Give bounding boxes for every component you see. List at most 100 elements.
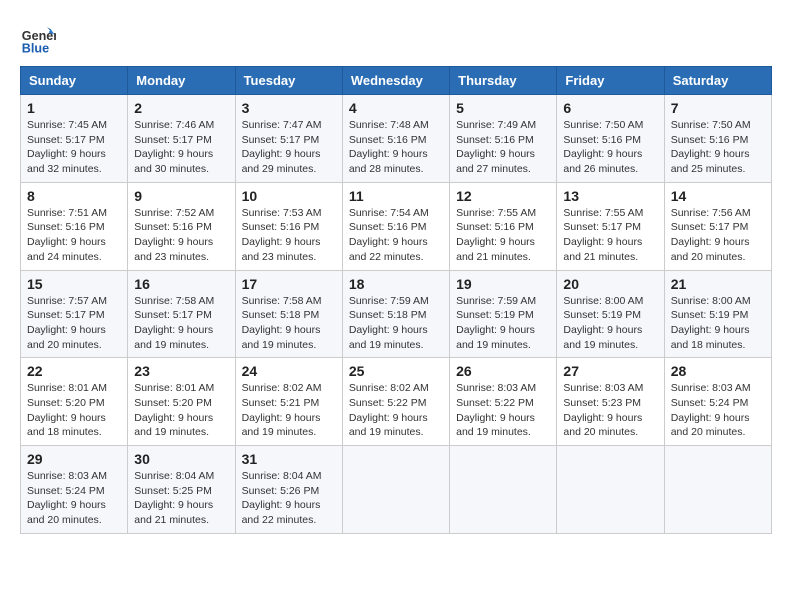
calendar-cell: 4 Sunrise: 7:48 AM Sunset: 5:16 PM Dayli… xyxy=(342,95,449,183)
day-number: 9 xyxy=(134,188,228,204)
day-info: Sunrise: 7:47 AM Sunset: 5:17 PM Dayligh… xyxy=(242,118,336,177)
calendar-cell: 28 Sunrise: 8:03 AM Sunset: 5:24 PM Dayl… xyxy=(664,358,771,446)
day-info: Sunrise: 7:46 AM Sunset: 5:17 PM Dayligh… xyxy=(134,118,228,177)
day-info: Sunrise: 7:56 AM Sunset: 5:17 PM Dayligh… xyxy=(671,206,765,265)
day-info: Sunrise: 7:51 AM Sunset: 5:16 PM Dayligh… xyxy=(27,206,121,265)
calendar-cell: 8 Sunrise: 7:51 AM Sunset: 5:16 PM Dayli… xyxy=(21,182,128,270)
day-number: 22 xyxy=(27,363,121,379)
day-info: Sunrise: 7:59 AM Sunset: 5:18 PM Dayligh… xyxy=(349,294,443,353)
day-info: Sunrise: 8:03 AM Sunset: 5:23 PM Dayligh… xyxy=(563,381,657,440)
calendar-cell: 2 Sunrise: 7:46 AM Sunset: 5:17 PM Dayli… xyxy=(128,95,235,183)
day-number: 13 xyxy=(563,188,657,204)
day-number: 16 xyxy=(134,276,228,292)
day-info: Sunrise: 8:00 AM Sunset: 5:19 PM Dayligh… xyxy=(563,294,657,353)
day-info: Sunrise: 7:49 AM Sunset: 5:16 PM Dayligh… xyxy=(456,118,550,177)
day-number: 3 xyxy=(242,100,336,116)
calendar-cell: 11 Sunrise: 7:54 AM Sunset: 5:16 PM Dayl… xyxy=(342,182,449,270)
calendar-cell: 18 Sunrise: 7:59 AM Sunset: 5:18 PM Dayl… xyxy=(342,270,449,358)
calendar-cell: 21 Sunrise: 8:00 AM Sunset: 5:19 PM Dayl… xyxy=(664,270,771,358)
calendar-cell: 15 Sunrise: 7:57 AM Sunset: 5:17 PM Dayl… xyxy=(21,270,128,358)
day-number: 8 xyxy=(27,188,121,204)
day-info: Sunrise: 8:03 AM Sunset: 5:24 PM Dayligh… xyxy=(671,381,765,440)
day-info: Sunrise: 7:58 AM Sunset: 5:17 PM Dayligh… xyxy=(134,294,228,353)
day-info: Sunrise: 8:04 AM Sunset: 5:25 PM Dayligh… xyxy=(134,469,228,528)
calendar-table: SundayMondayTuesdayWednesdayThursdayFrid… xyxy=(20,66,772,534)
calendar-cell: 1 Sunrise: 7:45 AM Sunset: 5:17 PM Dayli… xyxy=(21,95,128,183)
calendar-cell: 14 Sunrise: 7:56 AM Sunset: 5:17 PM Dayl… xyxy=(664,182,771,270)
day-number: 6 xyxy=(563,100,657,116)
day-number: 2 xyxy=(134,100,228,116)
day-number: 7 xyxy=(671,100,765,116)
calendar-week-4: 22 Sunrise: 8:01 AM Sunset: 5:20 PM Dayl… xyxy=(21,358,772,446)
day-number: 4 xyxy=(349,100,443,116)
calendar-cell: 6 Sunrise: 7:50 AM Sunset: 5:16 PM Dayli… xyxy=(557,95,664,183)
calendar-cell: 7 Sunrise: 7:50 AM Sunset: 5:16 PM Dayli… xyxy=(664,95,771,183)
day-info: Sunrise: 8:02 AM Sunset: 5:21 PM Dayligh… xyxy=(242,381,336,440)
page-header: General Blue xyxy=(20,20,772,56)
calendar-cell: 29 Sunrise: 8:03 AM Sunset: 5:24 PM Dayl… xyxy=(21,446,128,534)
calendar-cell xyxy=(450,446,557,534)
day-info: Sunrise: 8:01 AM Sunset: 5:20 PM Dayligh… xyxy=(134,381,228,440)
day-info: Sunrise: 7:52 AM Sunset: 5:16 PM Dayligh… xyxy=(134,206,228,265)
day-number: 23 xyxy=(134,363,228,379)
day-info: Sunrise: 8:04 AM Sunset: 5:26 PM Dayligh… xyxy=(242,469,336,528)
weekday-header-monday: Monday xyxy=(128,67,235,95)
day-info: Sunrise: 7:50 AM Sunset: 5:16 PM Dayligh… xyxy=(671,118,765,177)
calendar-cell: 20 Sunrise: 8:00 AM Sunset: 5:19 PM Dayl… xyxy=(557,270,664,358)
day-number: 15 xyxy=(27,276,121,292)
calendar-cell: 3 Sunrise: 7:47 AM Sunset: 5:17 PM Dayli… xyxy=(235,95,342,183)
day-info: Sunrise: 7:55 AM Sunset: 5:17 PM Dayligh… xyxy=(563,206,657,265)
calendar-cell: 22 Sunrise: 8:01 AM Sunset: 5:20 PM Dayl… xyxy=(21,358,128,446)
calendar-cell: 27 Sunrise: 8:03 AM Sunset: 5:23 PM Dayl… xyxy=(557,358,664,446)
calendar-cell: 9 Sunrise: 7:52 AM Sunset: 5:16 PM Dayli… xyxy=(128,182,235,270)
day-number: 29 xyxy=(27,451,121,467)
weekday-header-wednesday: Wednesday xyxy=(342,67,449,95)
day-info: Sunrise: 7:59 AM Sunset: 5:19 PM Dayligh… xyxy=(456,294,550,353)
calendar-body: 1 Sunrise: 7:45 AM Sunset: 5:17 PM Dayli… xyxy=(21,95,772,534)
day-number: 17 xyxy=(242,276,336,292)
day-number: 24 xyxy=(242,363,336,379)
calendar-cell: 10 Sunrise: 7:53 AM Sunset: 5:16 PM Dayl… xyxy=(235,182,342,270)
day-info: Sunrise: 7:58 AM Sunset: 5:18 PM Dayligh… xyxy=(242,294,336,353)
day-number: 30 xyxy=(134,451,228,467)
weekday-header-saturday: Saturday xyxy=(664,67,771,95)
logo: General Blue xyxy=(20,20,60,56)
day-number: 31 xyxy=(242,451,336,467)
weekday-header-friday: Friday xyxy=(557,67,664,95)
calendar-header-row: SundayMondayTuesdayWednesdayThursdayFrid… xyxy=(21,67,772,95)
calendar-cell: 13 Sunrise: 7:55 AM Sunset: 5:17 PM Dayl… xyxy=(557,182,664,270)
logo-icon: General Blue xyxy=(20,20,56,56)
weekday-header-thursday: Thursday xyxy=(450,67,557,95)
day-info: Sunrise: 7:55 AM Sunset: 5:16 PM Dayligh… xyxy=(456,206,550,265)
day-info: Sunrise: 8:00 AM Sunset: 5:19 PM Dayligh… xyxy=(671,294,765,353)
day-info: Sunrise: 7:54 AM Sunset: 5:16 PM Dayligh… xyxy=(349,206,443,265)
calendar-cell: 30 Sunrise: 8:04 AM Sunset: 5:25 PM Dayl… xyxy=(128,446,235,534)
day-number: 18 xyxy=(349,276,443,292)
day-info: Sunrise: 8:01 AM Sunset: 5:20 PM Dayligh… xyxy=(27,381,121,440)
weekday-header-tuesday: Tuesday xyxy=(235,67,342,95)
day-number: 27 xyxy=(563,363,657,379)
day-info: Sunrise: 7:53 AM Sunset: 5:16 PM Dayligh… xyxy=(242,206,336,265)
calendar-cell: 17 Sunrise: 7:58 AM Sunset: 5:18 PM Dayl… xyxy=(235,270,342,358)
day-number: 14 xyxy=(671,188,765,204)
day-number: 28 xyxy=(671,363,765,379)
day-info: Sunrise: 7:48 AM Sunset: 5:16 PM Dayligh… xyxy=(349,118,443,177)
day-number: 19 xyxy=(456,276,550,292)
calendar-cell: 31 Sunrise: 8:04 AM Sunset: 5:26 PM Dayl… xyxy=(235,446,342,534)
day-info: Sunrise: 8:03 AM Sunset: 5:22 PM Dayligh… xyxy=(456,381,550,440)
day-number: 10 xyxy=(242,188,336,204)
calendar-week-3: 15 Sunrise: 7:57 AM Sunset: 5:17 PM Dayl… xyxy=(21,270,772,358)
day-number: 5 xyxy=(456,100,550,116)
day-number: 11 xyxy=(349,188,443,204)
calendar-cell: 12 Sunrise: 7:55 AM Sunset: 5:16 PM Dayl… xyxy=(450,182,557,270)
day-number: 12 xyxy=(456,188,550,204)
calendar-week-5: 29 Sunrise: 8:03 AM Sunset: 5:24 PM Dayl… xyxy=(21,446,772,534)
calendar-cell xyxy=(342,446,449,534)
day-number: 20 xyxy=(563,276,657,292)
weekday-header-sunday: Sunday xyxy=(21,67,128,95)
calendar-week-2: 8 Sunrise: 7:51 AM Sunset: 5:16 PM Dayli… xyxy=(21,182,772,270)
calendar-cell xyxy=(557,446,664,534)
day-number: 21 xyxy=(671,276,765,292)
day-info: Sunrise: 7:57 AM Sunset: 5:17 PM Dayligh… xyxy=(27,294,121,353)
calendar-cell xyxy=(664,446,771,534)
